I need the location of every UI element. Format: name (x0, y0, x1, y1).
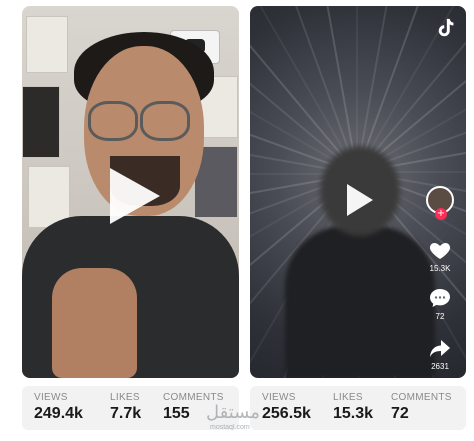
watermark-url: mostaql.com (210, 424, 250, 431)
comments-label: COMMENTS (391, 392, 452, 403)
views-value: 256.5k (262, 405, 311, 422)
glasses-icon (140, 101, 190, 141)
comments-stat: COMMENTS 72 (391, 392, 452, 423)
share-arrow-icon[interactable] (428, 336, 452, 360)
comments-value: 72 (391, 405, 409, 422)
play-icon[interactable] (110, 168, 160, 224)
person-shirt (285, 226, 435, 378)
tiktok-logo-icon (438, 18, 454, 37)
heart-icon[interactable] (428, 238, 452, 262)
glasses-icon (88, 101, 138, 141)
comment-count: 72 (435, 312, 445, 321)
share-count: 2631 (431, 362, 449, 371)
views-value: 249.4k (34, 405, 83, 422)
views-label: VIEWS (34, 392, 68, 403)
likes-stat: LIKES 7.7k (110, 392, 141, 423)
wall-poster (22, 86, 60, 158)
likes-value: 15.3k (333, 405, 374, 422)
comment-bubble-icon[interactable] (428, 286, 452, 310)
video-thumbnail-right[interactable]: + 15.3K 72 2631 (250, 6, 466, 378)
likes-value: 7.7k (110, 405, 142, 422)
follow-plus-icon[interactable]: + (435, 208, 447, 220)
wall-poster (26, 16, 68, 73)
views-stat: VIEWS 249.4k (34, 392, 83, 423)
views-stat: VIEWS 256.5k (262, 392, 311, 423)
likes-stat: LIKES 15.3k (333, 392, 373, 423)
like-count: 15.3K (429, 264, 451, 273)
person-hand (52, 268, 137, 378)
stats-panel-right: VIEWS 256.5k LIKES 15.3k COMMENTS 72 (250, 386, 466, 430)
video-thumbnail-left[interactable] (22, 6, 239, 378)
likes-label: LIKES (110, 392, 140, 403)
watermark-logo: مستقل (206, 402, 260, 423)
play-icon[interactable] (347, 184, 373, 216)
likes-label: LIKES (333, 392, 363, 403)
views-label: VIEWS (262, 392, 296, 403)
